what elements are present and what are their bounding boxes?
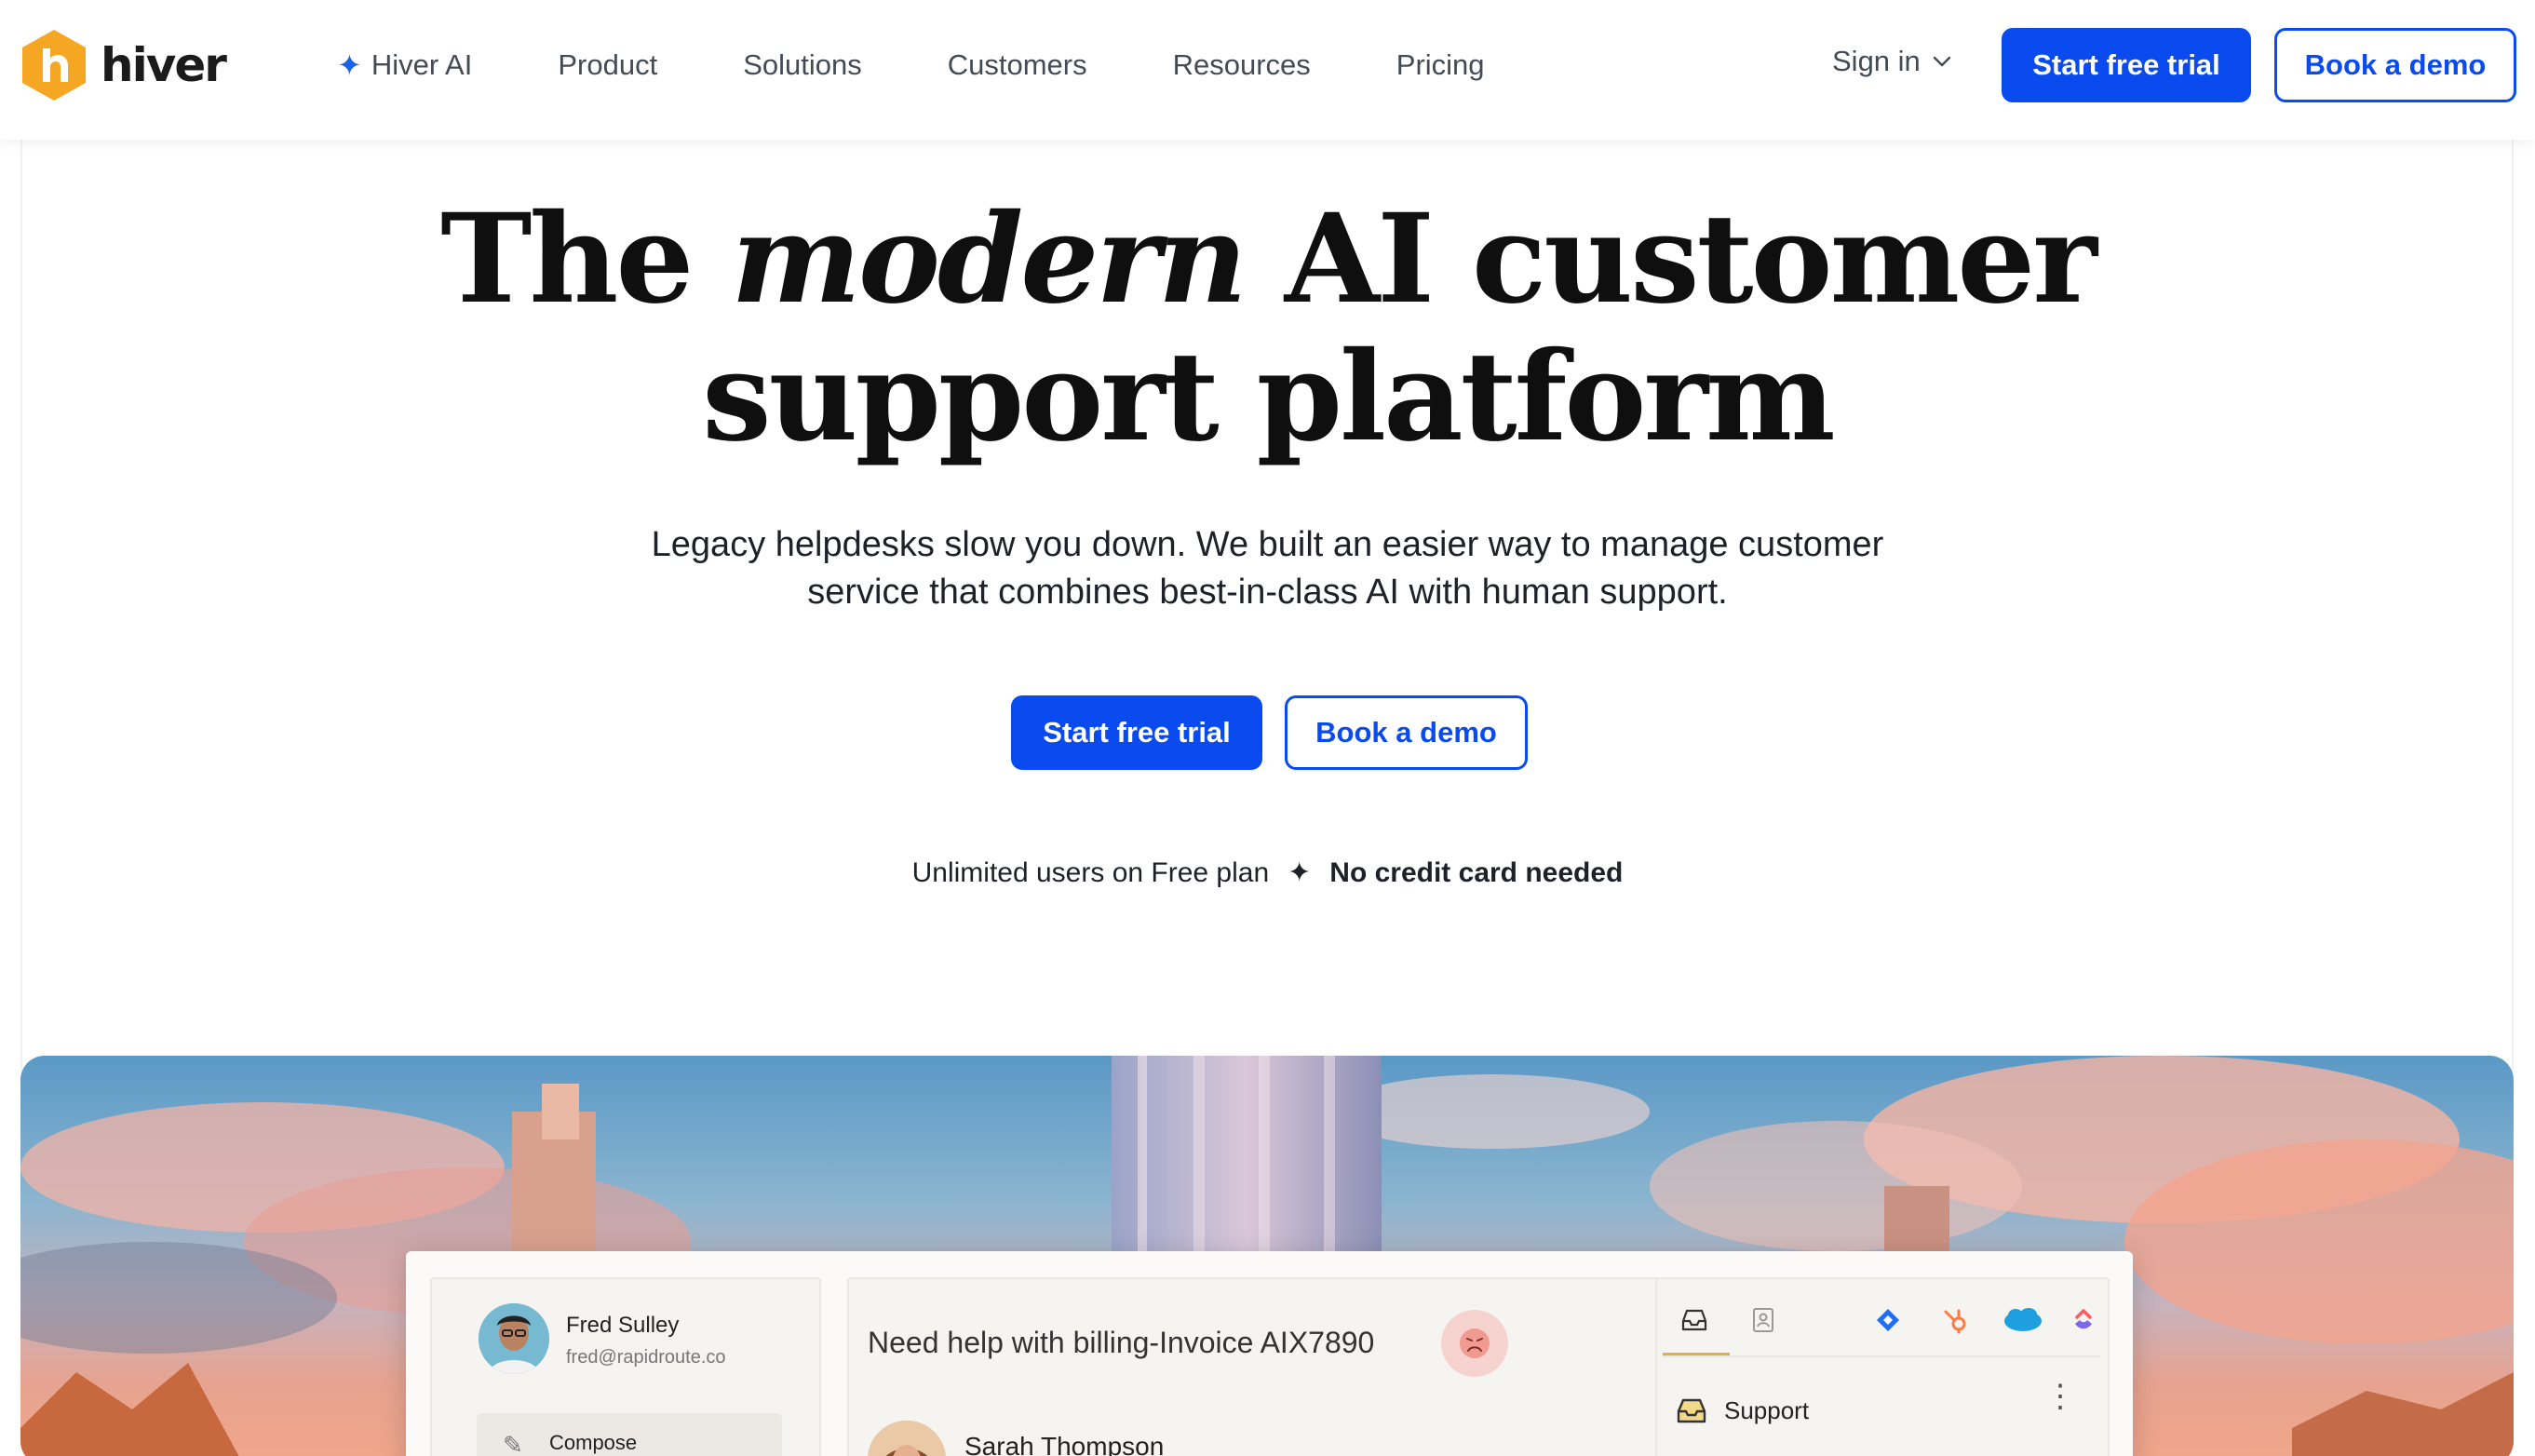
user-avatar-image xyxy=(479,1303,549,1374)
chevron-down-icon xyxy=(1933,56,1950,67)
support-inbox-icon xyxy=(1677,1398,1706,1423)
ticket-subject: Need help with billing-Invoice AIX7890 xyxy=(868,1326,1375,1359)
nav-product[interactable]: Product xyxy=(558,48,657,82)
header-start-trial-button[interactable]: Start free trial xyxy=(2002,28,2251,102)
hero-title: The modern AI customer support platform xyxy=(0,191,2535,466)
hero-subtitle: Legacy helpdesks slow you down. We built… xyxy=(559,521,1976,616)
sender-name: Sarah Thompson xyxy=(964,1432,1165,1456)
main-nav: ✦ Hiver AI Product Solutions Customers R… xyxy=(337,0,1571,130)
signin-label: Sign in xyxy=(1832,45,1921,77)
pencil-icon: ✎ xyxy=(503,1431,523,1456)
hero-start-trial-button[interactable]: Start free trial xyxy=(1011,695,1262,770)
hiver-logo-icon xyxy=(22,30,86,101)
nav-hiver-ai-label: Hiver AI xyxy=(371,48,473,81)
salesforce-glyph xyxy=(2004,1308,2042,1331)
nav-customers[interactable]: Customers xyxy=(948,48,1087,82)
conversation-panel xyxy=(847,1277,1661,1456)
nav-solutions[interactable]: Solutions xyxy=(743,48,862,82)
clickup-icon[interactable] xyxy=(2065,1301,2102,1339)
hubspot-icon[interactable] xyxy=(1936,1301,1974,1339)
nav-pricing[interactable]: Pricing xyxy=(1396,48,1485,82)
hero-title-emphasis: modern xyxy=(731,187,1247,331)
hero-book-demo-button[interactable]: Book a demo xyxy=(1285,695,1528,770)
header-book-demo-button[interactable]: Book a demo xyxy=(2274,28,2516,102)
signin-dropdown[interactable]: Sign in xyxy=(1832,45,1952,78)
hero-subtitle-line2: service that combines best-in-class AI w… xyxy=(807,573,1728,612)
user-email: fred@rapidroute.co xyxy=(566,1347,726,1368)
jira-icon[interactable] xyxy=(1869,1301,1907,1339)
hiver-logo[interactable]: hiver xyxy=(20,28,227,102)
clickup-glyph xyxy=(2075,1309,2092,1329)
inbox-icon[interactable] xyxy=(1676,1301,1713,1339)
sentiment-sad-icon xyxy=(1441,1310,1508,1377)
nav-hiver-ai[interactable]: ✦ Hiver AI xyxy=(337,47,472,83)
star-icon: ✦ xyxy=(1288,857,1312,888)
contacts-glyph xyxy=(1753,1308,1773,1332)
salesforce-icon[interactable] xyxy=(2000,1301,2046,1339)
hero-title-pre: The xyxy=(440,187,732,331)
jira-glyph xyxy=(1877,1309,1899,1331)
plan-note-text: Unlimited users on Free plan xyxy=(911,856,1270,888)
tab-divider xyxy=(1663,1355,2100,1357)
nav-resources[interactable]: Resources xyxy=(1173,48,1311,82)
plan-note: Unlimited users on Free plan ✦ No credit… xyxy=(0,856,2535,889)
top-navbar: hiver ✦ Hiver AI Product Solutions Custo… xyxy=(0,0,2535,140)
more-options-icon[interactable]: ⋮ xyxy=(2044,1381,2076,1412)
avatar xyxy=(479,1303,549,1374)
contacts-icon[interactable] xyxy=(1745,1301,1782,1339)
user-name: Fred Sulley xyxy=(566,1313,680,1338)
logo-text: hiver xyxy=(101,38,227,92)
compose-label: Compose xyxy=(549,1431,638,1454)
sad-face-glyph xyxy=(1460,1328,1490,1358)
sparkle-icon: ✦ xyxy=(337,48,362,82)
plan-note-bold: No credit card needed xyxy=(1329,856,1624,888)
inbox-glyph xyxy=(1681,1309,1707,1331)
hero-subtitle-line1: Legacy helpdesks slow you down. We built… xyxy=(651,525,1884,564)
support-inbox-label[interactable]: Support xyxy=(1724,1396,1809,1425)
hero-title-line2: support platform xyxy=(702,325,1835,469)
hubspot-glyph xyxy=(1944,1309,1966,1334)
hero-title-post: AI customer xyxy=(1244,187,2097,331)
